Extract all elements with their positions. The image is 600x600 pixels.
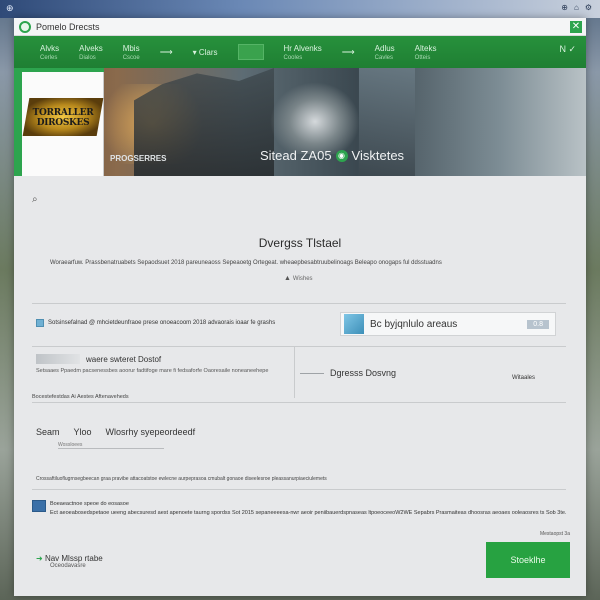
main-content: ⌕ Dvergss Tlstael Woraearfuw. Prassbenat… — [14, 176, 586, 596]
hero-rider-image — [270, 82, 360, 154]
browser-window: Pomelo Drecsts ✕ Alvks Cerles Alveks Dialo… — [14, 18, 586, 596]
page-title: Dvergss Tlstael — [258, 236, 342, 250]
os-taskbar: ⊕ ⊕ ⌂ ⚙ — [0, 0, 600, 18]
hero-banner: TORRALLER DIROSKES PROGSERRES Sitead ZA0… — [14, 68, 586, 176]
page-meta: ▲ Wishes — [284, 275, 313, 282]
divider-4 — [32, 489, 566, 490]
body-text-line: Crossaftiluoflugrnsegbeecan graa pravibe… — [36, 476, 327, 482]
tray-globe-icon[interactable]: ⊕ — [561, 3, 568, 12]
note-box: Boeaeactnoe speoe do eosasoe Ect aeoeabo… — [32, 500, 566, 518]
left-panel-title: waere swteret Dostof — [36, 354, 161, 364]
dash-icon — [300, 372, 324, 374]
info-icon — [36, 319, 44, 327]
filter-yloo[interactable]: Yloo — [74, 427, 92, 437]
nav-search-box[interactable] — [237, 44, 264, 60]
divider-3 — [32, 402, 566, 403]
nav-arrow-icon: ⟶ — [159, 46, 173, 57]
footer-link[interactable]: Mestaopst 3a — [540, 531, 570, 537]
nav-status-icon[interactable]: N ✓ — [559, 44, 576, 55]
nav-item-6[interactable]: Adlus Cavles — [375, 44, 395, 61]
filter-seam[interactable]: Seam — [36, 427, 60, 437]
platform-badge-icon: ◉ — [335, 149, 348, 162]
nav-item-2[interactable]: Alveks Dialos — [79, 44, 103, 61]
search-icon[interactable]: ⌕ — [32, 194, 38, 205]
notice-row: Sotsinsefalnad @ mhcietdeunfraoe prese o… — [36, 319, 275, 327]
feature-card[interactable]: Bc byjqnlulo areaus 0.8 — [340, 312, 556, 336]
divider-2 — [32, 346, 566, 347]
tray-settings-icon[interactable]: ⚙ — [585, 3, 592, 12]
primary-action-button[interactable]: Stoeklhe — [486, 542, 570, 578]
filter-underline — [58, 448, 164, 449]
feature-label: Bc byjqnlulo areaus — [370, 318, 458, 330]
placeholder-thumbnail — [36, 354, 80, 364]
vertical-separator — [294, 346, 295, 398]
hero-caption-right: Sitead ZA05 ◉ Visktetes — [260, 148, 405, 163]
feature-thumbnail — [344, 314, 364, 334]
window-title: Pomelo Drecsts — [36, 22, 100, 32]
cover-stripe — [22, 68, 104, 72]
os-tray: ⊕ ⌂ ⚙ — [561, 3, 592, 12]
cover-title: TORRALLER DIROSKES — [32, 108, 94, 128]
warning-icon: ▲ — [284, 275, 293, 282]
filter-sort[interactable]: Wlosrhy syepeordeedf — [106, 427, 196, 437]
divider — [32, 303, 566, 304]
bottom-left-block[interactable]: ➜ Nav Mlssp rtabe Oceodavasre — [36, 554, 103, 569]
nav-item-4[interactable]: ▾ Clars — [193, 48, 218, 57]
tray-home-icon[interactable]: ⌂ — [574, 3, 579, 12]
hero-caption-left: PROGSERRES — [110, 154, 167, 163]
left-panel-text: Setsaaes Ppaedm pacsenessbes aoorur fadt… — [36, 368, 269, 374]
window-titlebar: Pomelo Drecsts ✕ — [14, 18, 586, 36]
game-cover-art[interactable]: TORRALLER DIROSKES — [22, 68, 104, 176]
right-panel-title: Dgresss Dosvng — [300, 368, 396, 378]
feature-button[interactable]: 0.8 — [527, 319, 549, 329]
os-menu-icon[interactable]: ⊕ — [6, 3, 14, 14]
section-caption: Bocestefestdas Ai Aestes Aftenaveheds — [32, 394, 129, 400]
note-text: Boeaeactnoe speoe do eosasoe Ect aeoeabo… — [50, 501, 567, 516]
nav-item-5[interactable]: Hr Alvenks Cooles — [284, 44, 322, 61]
page-description: Woraearfuw. Prassbenatruabets Sepaodsuet… — [50, 260, 442, 266]
document-icon — [32, 500, 46, 512]
filter-row: Seam Yloo Wlosrhy syepeordeedf — [36, 427, 195, 437]
close-button[interactable]: ✕ — [570, 21, 582, 33]
nav-item-1[interactable]: Alvks Cerles — [40, 44, 59, 61]
nav-arrow-icon-2: ⟶ — [341, 46, 355, 57]
hero-accent-strip — [14, 68, 22, 176]
top-navigation: Alvks Cerles Alveks Dialos Mbis Cscoe ⟶ ▾ C… — [14, 36, 586, 68]
nav-item-3[interactable]: Mbis Cscoe — [123, 44, 140, 61]
app-logo-icon — [19, 21, 31, 33]
right-panel-link[interactable]: Witaales — [512, 375, 535, 381]
nav-item-7[interactable]: Alteks Otteis — [415, 44, 437, 61]
arrow-icon: ➜ — [36, 554, 45, 563]
